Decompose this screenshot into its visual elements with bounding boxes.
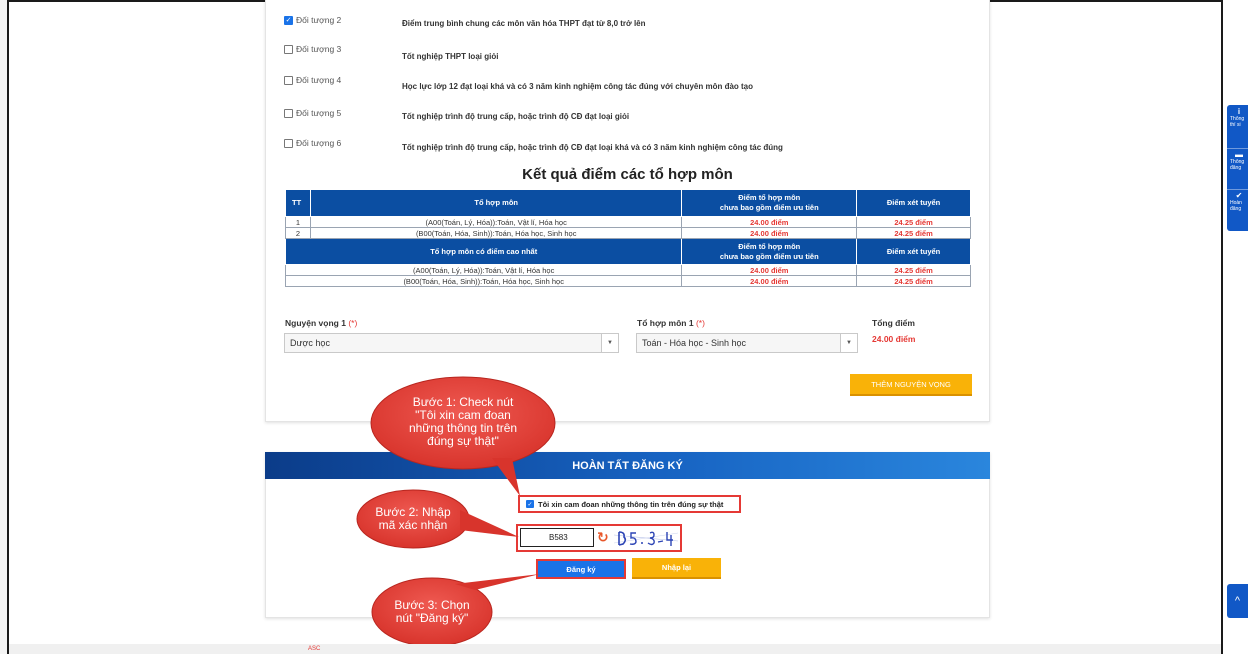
table-row: (B00(Toán, Hóa, Sinh)):Toán, Hóa học, Si… (284, 275, 971, 287)
column-header-admission: Điểm xét tuyển (856, 189, 971, 217)
table-row: 1 (A00(Toán, Lý, Hóa)):Toán, Vật lí, Hóa… (285, 216, 971, 228)
objective-label: Đối tượng 6 (296, 138, 342, 148)
callout-line: mã xác nhận (378, 518, 448, 532)
objective-row[interactable]: ✓ Đối tượng 2 (284, 13, 341, 27)
objective-label: Đối tượng 4 (296, 75, 342, 85)
objective-checkbox[interactable] (284, 75, 293, 85)
total-label: Tổng điểm (872, 318, 915, 328)
row-combo: (A00(Toán, Lý, Hóa)):Toán, Vật lí, Hóa h… (284, 264, 683, 276)
row-admission: 24.25 điểm (856, 216, 971, 228)
table-row: (A00(Toán, Lý, Hóa)):Toán, Vật lí, Hóa h… (284, 264, 971, 276)
objective-checkbox[interactable]: ✓ (284, 15, 293, 25)
objective-description: Tốt nghiệp trình độ trung cấp, hoặc trìn… (402, 112, 630, 121)
side-item-line: thí si (1230, 122, 1241, 128)
objective-checkbox[interactable] (284, 138, 293, 148)
check-circle-icon: ✔ (1235, 191, 1243, 200)
captcha-image (614, 527, 678, 549)
objective-description: Tốt nghiệp THPT loại giỏi (402, 52, 499, 61)
row-tt: 1 (285, 216, 311, 228)
objective-row[interactable]: Đối tượng 3 (284, 42, 341, 56)
column-header-admission: Điểm xét tuyển (856, 238, 971, 265)
info-icon: i (1237, 107, 1241, 116)
objective-checkbox[interactable] (284, 44, 293, 54)
side-item-line: đăng (1230, 165, 1242, 171)
row-combo: (A00(Toán, Lý, Hóa)):Toán, Vật lí, Hóa h… (309, 216, 683, 228)
add-wish-button[interactable]: THÊM NGUYỆN VỌNG (850, 374, 972, 396)
chevron-down-icon[interactable]: ▼ (601, 334, 618, 352)
row-admission: 24.25 điểm (856, 275, 971, 287)
objective-description: Tốt nghiệp trình độ trung cấp, hoặc trìn… (402, 143, 783, 152)
column-header-tt: TT (285, 189, 311, 217)
wish-label: Nguyện vọng 1 (*) (285, 318, 357, 328)
column-header-best-combo: Tổ hợp môn có điểm cao nhất (284, 238, 683, 265)
callout-line: đúng sự thật" (427, 434, 499, 448)
chevron-up-icon: ^ (1234, 595, 1241, 607)
objective-checkbox[interactable] (284, 108, 293, 118)
objective-row[interactable]: Đối tượng 4 (284, 73, 341, 87)
objective-row[interactable]: Đối tượng 5 (284, 106, 341, 120)
frame-left-border (7, 0, 9, 654)
row-admission: 24.25 điểm (856, 227, 971, 239)
column-header-combo: Tổ hợp môn (309, 189, 683, 217)
refresh-icon[interactable]: ↻ (597, 530, 611, 544)
row-score: 24.00 điểm (681, 216, 858, 228)
objective-row[interactable]: Đối tượng 6 (284, 136, 341, 150)
wish-label-text: Nguyện vọng 1 (285, 318, 346, 328)
side-item-registration-info[interactable]: ▬ Thông đăng (1227, 149, 1248, 189)
callout-step3-text: Bước 3: Chọn nút "Đăng ký" (380, 599, 484, 625)
side-item-candidate-info[interactable]: i Thông thí si (1227, 106, 1248, 146)
column-header-score: Điểm tổ hợp môn chưa bao gồm điểm ưu tiên (681, 189, 858, 217)
outer-margin (1223, 0, 1248, 654)
objective-label: Đối tượng 3 (296, 44, 342, 54)
callout-step2-text: Bước 2: Nhập mã xác nhận (363, 506, 463, 532)
score-header-line2: chưa bao gồm điểm ưu tiên (719, 203, 819, 212)
required-mark: (*) (695, 318, 705, 328)
captcha-input[interactable]: B583 (520, 528, 594, 547)
required-mark: (*) (348, 318, 358, 328)
callout-line: nút "Đăng ký" (395, 611, 469, 625)
frame-right-border (1221, 0, 1223, 654)
chevron-down-icon[interactable]: ▼ (840, 334, 857, 352)
row-combo: (B00(Toán, Hóa, Sinh)):Toán, Hóa học, Si… (309, 227, 683, 239)
agree-checkbox-row[interactable]: ✓ Tôi xin cam đoan những thông tin trên … (518, 495, 741, 513)
register-button[interactable]: Đăng ký (536, 559, 626, 579)
scroll-to-top-button[interactable]: ^ (1227, 584, 1248, 618)
footer-text: ASC (308, 646, 321, 652)
score-header-line2: chưa bao gồm điểm ưu tiên (719, 251, 819, 261)
footer-strip (9, 644, 1221, 654)
column-header-score: Điểm tổ hợp môn chưa bao gồm điểm ưu tiên (681, 238, 858, 265)
agree-checkbox[interactable]: ✓ (526, 500, 534, 508)
results-title: Kết quả điểm các tổ hợp môn (522, 166, 733, 183)
row-tt: 2 (285, 227, 311, 239)
table-row: 2 (B00(Toán, Hóa, Sinh)):Toán, Hóa học, … (285, 227, 971, 239)
row-score: 24.00 điểm (681, 264, 858, 276)
combo-label: Tổ hợp môn 1 (*) (637, 318, 705, 328)
combo-select[interactable]: Toán - Hóa học - Sinh học ▼ (636, 333, 858, 353)
row-admission: 24.25 điểm (856, 264, 971, 276)
id-card-icon: ▬ (1235, 150, 1243, 159)
row-score: 24.00 điểm (681, 227, 858, 239)
total-score-value: 24.00 điểm (872, 334, 916, 344)
score-header-line1: Điểm tổ hợp môn (738, 193, 801, 202)
wish-select[interactable]: Dược học ▼ (284, 333, 619, 353)
objective-description: Học lực lớp 12 đạt loại khá và có 3 năm … (402, 82, 754, 91)
objective-label: Đối tượng 5 (296, 108, 342, 118)
score-header-line1: Điểm tổ hợp môn (738, 241, 801, 251)
side-item-line: đăng (1230, 206, 1242, 212)
row-score: 24.00 điểm (681, 275, 858, 287)
objective-label: Đối tượng 2 (296, 15, 342, 25)
results-table: TT Tổ hợp môn Điểm tổ hợp môn chưa bao gồ… (284, 189, 971, 287)
callout-step1-text: Bước 1: Check nút "Tôi xin cam đoan nhữn… (381, 396, 545, 448)
row-combo: (B00(Toán, Hóa, Sinh)):Toán, Hóa học, Si… (284, 275, 683, 287)
agree-label: Tôi xin cam đoan những thông tin trên đú… (538, 499, 724, 509)
reset-button[interactable]: Nhập lại (632, 558, 721, 579)
combo-label-text: Tổ hợp môn 1 (637, 318, 694, 328)
objective-description: Điểm trung bình chung các môn văn hóa TH… (402, 19, 646, 28)
side-item-complete-registration[interactable]: ✔ Hoàn đăng (1227, 190, 1248, 230)
wish-select-value: Dược học (290, 338, 330, 348)
combo-select-value: Toán - Hóa học - Sinh học (642, 338, 747, 348)
complete-registration-header: HOÀN TẤT ĐĂNG KÝ (265, 452, 990, 479)
